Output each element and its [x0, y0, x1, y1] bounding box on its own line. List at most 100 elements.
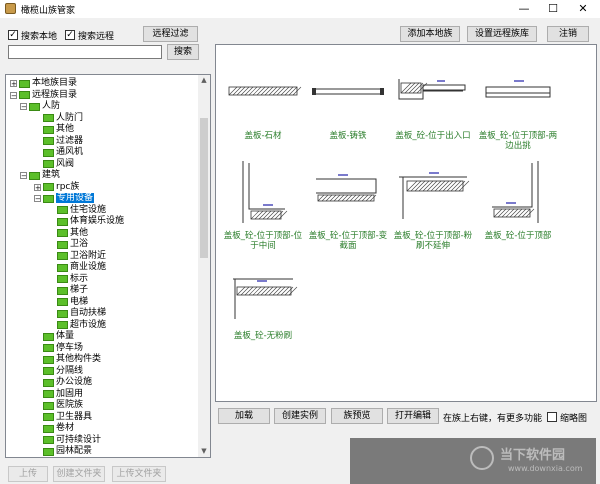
tree-node[interactable]: 住宅设施	[48, 205, 106, 216]
tree-node[interactable]: 其他构件类	[34, 354, 101, 365]
tree-node-label: 卷材	[56, 423, 75, 433]
search-input[interactable]	[8, 45, 162, 59]
expand-icon[interactable]: +	[34, 183, 41, 191]
search-remote-checkbox[interactable]: ✓	[65, 30, 75, 40]
watermark-url: www.downxia.com	[508, 464, 583, 473]
folder-icon	[29, 171, 40, 180]
tree-node[interactable]: − 远程族目录	[10, 90, 77, 101]
tree-node[interactable]: 人防门	[34, 113, 83, 124]
tree-node-label: 卫生器具	[56, 411, 93, 422]
set-remote-library-button[interactable]: 设置远程族库	[467, 26, 537, 42]
upload-button[interactable]: 上传	[8, 466, 48, 482]
tree-node[interactable]: 卫生器具	[34, 412, 92, 423]
tree-node[interactable]: 卫浴附近	[48, 251, 106, 262]
family-preview-button[interactable]: 族预览	[331, 408, 383, 424]
search-local-checkbox[interactable]: ✓	[8, 30, 18, 40]
tree-node[interactable]: 其他	[34, 124, 74, 135]
family-item-caption: 盖板_砼-位于顶部-位于中间	[223, 231, 303, 251]
tree-node[interactable]: + rpc族	[34, 182, 79, 193]
tree-node[interactable]: 可持续设计	[34, 435, 101, 446]
close-button[interactable]: ✕	[568, 0, 598, 18]
tree-node-label: 其他构件类	[56, 354, 102, 364]
title-bar: 橄榄山族管家 — ☐ ✕	[0, 0, 600, 18]
expand-icon[interactable]: +	[10, 80, 17, 88]
collapse-icon[interactable]: −	[10, 91, 17, 99]
family-item[interactable]: 盖板_砼-位于出入口	[390, 59, 476, 141]
family-item[interactable]: 盖板_砼-位于顶部	[475, 159, 561, 241]
upload-folder-button[interactable]: 上传文件夹	[112, 466, 166, 482]
tree-node[interactable]: 过滤器	[34, 136, 83, 147]
tree-node[interactable]: 风阀	[34, 159, 74, 170]
tree-node-label: 建筑	[42, 170, 61, 180]
tree-node-label: 加固用	[56, 388, 84, 399]
thumbnail-checkbox[interactable]	[547, 412, 557, 422]
app-logo-icon	[5, 3, 16, 14]
folder-icon	[57, 206, 68, 214]
tree-node[interactable]: 电梯	[48, 297, 88, 308]
scrollbar-thumb[interactable]	[200, 118, 208, 258]
load-button[interactable]: 加载	[218, 408, 270, 424]
tree-node[interactable]: 商业设施	[48, 262, 106, 273]
collapse-icon[interactable]: −	[20, 103, 27, 111]
minimize-button[interactable]: —	[509, 0, 539, 18]
tree-node[interactable]: − 建筑	[20, 170, 60, 181]
tree-node[interactable]: 体育娱乐设施	[48, 216, 124, 227]
tree-node-label: 可持续设计	[56, 434, 102, 445]
family-item[interactable]: 盖板-铸铁	[305, 59, 391, 141]
tree-node[interactable]: 梯子	[48, 285, 88, 296]
tree-node[interactable]: 其他	[48, 228, 88, 239]
tree-node[interactable]: 停车场	[34, 343, 83, 354]
folder-icon	[57, 321, 68, 329]
tree-node-label: 专用设备	[56, 193, 95, 203]
tree-node[interactable]: 超市设施	[48, 320, 106, 331]
tree-node[interactable]: 医院族	[34, 400, 83, 411]
create-folder-button[interactable]: 创建文件夹	[53, 466, 105, 482]
add-local-family-button[interactable]: 添加本地族	[400, 26, 460, 42]
tree-node[interactable]: 标示	[48, 274, 88, 285]
maximize-button[interactable]: ☐	[538, 0, 568, 18]
search-button[interactable]: 搜索	[167, 44, 199, 60]
family-item[interactable]: 盖板_砼-无粉刷	[220, 259, 306, 341]
tree-node[interactable]: + 本地族目录	[10, 78, 77, 89]
scroll-down-arrow-icon[interactable]: ▼	[198, 446, 210, 457]
concrete-slab-no-plaster-icon	[233, 278, 298, 319]
tree-node[interactable]: 分隔线	[34, 366, 83, 377]
tree-node-label: 本地族目录	[32, 78, 78, 88]
tree-node[interactable]: 加固用	[34, 389, 83, 400]
tree-node[interactable]: 园林配景	[34, 446, 92, 457]
family-item[interactable]: 盖板_砼-位于顶部-变截面	[305, 159, 391, 251]
family-item-caption: 盖板_砼-无粉刷	[233, 331, 293, 341]
scroll-up-arrow-icon[interactable]: ▲	[198, 75, 210, 86]
folder-icon	[57, 275, 68, 283]
folder-icon	[57, 286, 68, 295]
tree-node[interactable]: 办公设施	[34, 377, 92, 388]
tree-node[interactable]: 体量	[34, 331, 74, 342]
tree-node[interactable]: 卷材	[34, 423, 74, 434]
tree-node-label: 医院族	[56, 400, 84, 410]
family-item[interactable]: 盖板_砼-位于顶部-两边出挑	[475, 59, 561, 151]
tree-node[interactable]: − 人防	[20, 101, 60, 112]
tree-node-label: 其他	[56, 124, 75, 134]
tree-node[interactable]: 卫浴	[48, 239, 88, 250]
folder-icon	[29, 102, 40, 111]
family-tree[interactable]: + 本地族目录 − 远程族目录 − 人防 人防门 其他 过滤器 通风机 风阀 − 建筑 + rpc族 − 专用设…	[5, 74, 211, 458]
open-edit-button[interactable]: 打开编辑	[387, 408, 439, 424]
tree-node[interactable]: 通风机	[34, 147, 83, 158]
family-item[interactable]: 盖板_砼-位于顶部-粉刷不延伸	[390, 159, 476, 251]
tree-node-label: rpc族	[56, 181, 80, 192]
folder-icon	[43, 160, 54, 168]
folder-icon	[43, 367, 54, 375]
tree-node-label: 梯子	[70, 285, 89, 295]
family-item-caption: 盖板-铸铁	[329, 131, 367, 141]
remote-filter-button[interactable]: 远程过滤	[143, 26, 198, 42]
folder-icon	[57, 240, 68, 249]
collapse-icon[interactable]: −	[34, 195, 41, 203]
family-item[interactable]: 盖板_砼-位于顶部-位于中间	[220, 159, 306, 251]
tree-node[interactable]: 自动扶梯	[48, 308, 106, 319]
logout-button[interactable]: 注销	[547, 26, 589, 42]
collapse-icon[interactable]: −	[20, 172, 27, 180]
create-instance-button[interactable]: 创建实例	[274, 408, 326, 424]
tree-node[interactable]: − 专用设备	[34, 193, 95, 204]
family-item[interactable]: 盖板-石材	[220, 59, 306, 141]
context-menu-hint: 在族上右键，有更多功能	[443, 414, 543, 424]
